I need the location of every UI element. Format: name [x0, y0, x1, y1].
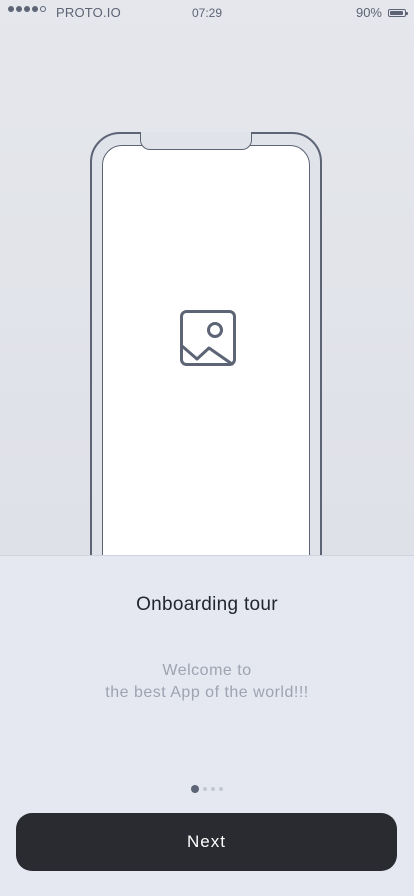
image-placeholder-icon: [180, 310, 236, 366]
phone-mockup-screen: [102, 145, 310, 590]
battery-level-fill: [390, 10, 403, 15]
onboarding-title: Onboarding tour: [136, 594, 278, 615]
page-dot[interactable]: [203, 787, 207, 791]
phone-notch: [140, 132, 252, 150]
status-bar: PROTO.IO 07:29 90%: [0, 0, 414, 26]
page-dot-active[interactable]: [191, 785, 199, 793]
subtitle-line-1: Welcome to: [162, 662, 252, 679]
subtitle-line-2: the best App of the world!!!: [105, 684, 309, 701]
onboarding-subtitle: Welcome to the best App of the world!!!: [0, 660, 414, 704]
page-indicator: [0, 785, 414, 793]
battery-indicator: 90%: [355, 5, 408, 20]
battery-percentage: 90%: [355, 5, 382, 20]
page-dot[interactable]: [219, 787, 223, 791]
page-dot[interactable]: [211, 787, 215, 791]
status-time: 07:29: [191, 6, 223, 20]
onboarding-panel: Onboarding tour Welcome to the best App …: [0, 555, 414, 896]
onboarding-screen: PROTO.IO 07:29 90% Onboarding tour Welco…: [0, 0, 414, 896]
battery-icon: [388, 8, 408, 17]
phone-mockup: [90, 132, 322, 592]
next-button[interactable]: Next: [16, 813, 397, 871]
